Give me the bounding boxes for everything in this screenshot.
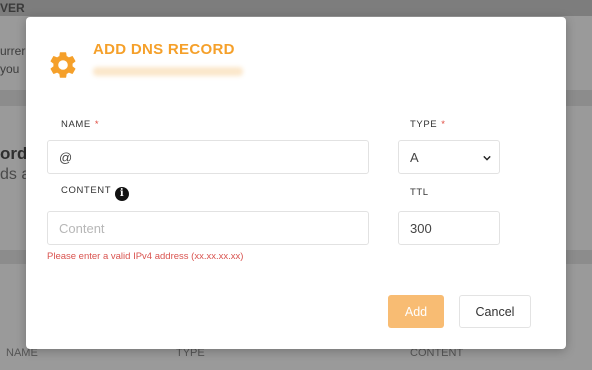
background-text: you: [0, 62, 20, 76]
name-label-text: NAME: [61, 119, 91, 130]
cancel-button[interactable]: Cancel: [459, 295, 531, 328]
info-icon[interactable]: i: [115, 186, 130, 201]
required-mark: *: [441, 119, 446, 130]
content-label-text: CONTENT: [61, 185, 112, 196]
gear-icon: [50, 52, 76, 78]
name-input-value: @: [59, 149, 73, 165]
ttl-label: TTL: [410, 187, 429, 198]
type-select[interactable]: A: [398, 140, 500, 174]
name-input[interactable]: @: [47, 140, 369, 174]
background-text: urrer: [0, 44, 26, 58]
type-select-value: A: [410, 149, 419, 165]
required-mark: *: [94, 119, 100, 130]
content-label: CONTENT i: [61, 185, 130, 201]
background-topbar-text: VER: [0, 1, 25, 15]
name-label: NAME *: [61, 119, 99, 130]
content-input[interactable]: Content: [47, 211, 369, 245]
ttl-label-text: TTL: [410, 187, 429, 198]
content-error-message: Please enter a valid IPv4 address (xx.xx…: [47, 251, 244, 262]
dialog-subtitle-redacted: [93, 67, 243, 76]
type-label-text: TYPE: [410, 119, 438, 130]
ttl-input-value: 300: [410, 220, 432, 236]
ttl-input[interactable]: 300: [398, 211, 500, 245]
content-input-placeholder: Content: [59, 220, 105, 236]
add-dns-record-dialog: ADD DNS RECORD NAME * @ TYPE * A CONTENT i …: [26, 17, 566, 349]
background-topbar: VER: [0, 0, 592, 16]
dialog-title: ADD DNS RECORD: [93, 41, 235, 58]
type-label: TYPE *: [410, 119, 446, 130]
background-heading: ord: [0, 144, 28, 163]
add-button[interactable]: Add: [388, 295, 444, 328]
chevron-down-icon: [483, 155, 491, 161]
